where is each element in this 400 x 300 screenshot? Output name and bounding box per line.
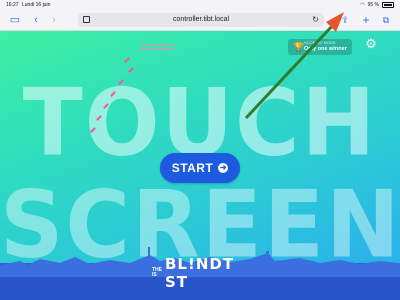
start-button[interactable]: START ➜ <box>160 153 240 183</box>
browser-toolbar: ▭ ‹ › controller.tibt.local ↻ ⇪ + ⧉ <box>0 10 400 31</box>
start-button-label: START <box>171 161 214 175</box>
address-bar[interactable]: controller.tibt.local ↻ <box>78 13 324 27</box>
blindtest-logo: THE IS BL!NDT ST <box>152 255 252 291</box>
scoring-mode-label: SCORING MODE <box>304 40 336 45</box>
new-tab-icon[interactable]: + <box>360 12 372 28</box>
scoring-mode-value: Only one winner <box>304 46 347 52</box>
logo-prefix: THE IS <box>152 267 162 278</box>
status-bar: 16:27 Lundi 16 juin ◠ 95 % <box>0 0 400 10</box>
status-indicators: ◠ 95 % <box>360 2 394 8</box>
status-time: 16:27 <box>6 2 19 8</box>
arrow-right-icon: ➜ <box>218 163 229 173</box>
reload-icon[interactable]: ↻ <box>312 13 319 27</box>
gear-icon[interactable]: ⚙ <box>364 37 378 51</box>
status-date: Lundi 16 juin <box>22 2 51 8</box>
share-icon[interactable]: ⇪ <box>338 12 352 28</box>
tab-icon <box>83 16 90 23</box>
battery-icon <box>382 2 394 8</box>
sidebar-icon[interactable]: ▭ <box>8 12 22 28</box>
wifi-icon: ◠ <box>360 2 365 8</box>
scoring-mode-badge[interactable]: 🏆 SCORING MODE Only one winner <box>288 39 352 55</box>
back-icon[interactable]: ‹ <box>30 12 42 28</box>
forward-icon[interactable]: › <box>48 12 60 28</box>
logo-name: BL!NDT ST <box>165 255 235 291</box>
tabs-icon[interactable]: ⧉ <box>380 12 392 28</box>
battery-percent: 95 % <box>367 2 379 8</box>
url-text: controller.tibt.local <box>172 16 230 23</box>
trophy-icon: 🏆 <box>293 42 305 52</box>
page-stage: TOUCH SCREEN 🏆 SCORING MODE Only one win… <box>0 31 400 300</box>
